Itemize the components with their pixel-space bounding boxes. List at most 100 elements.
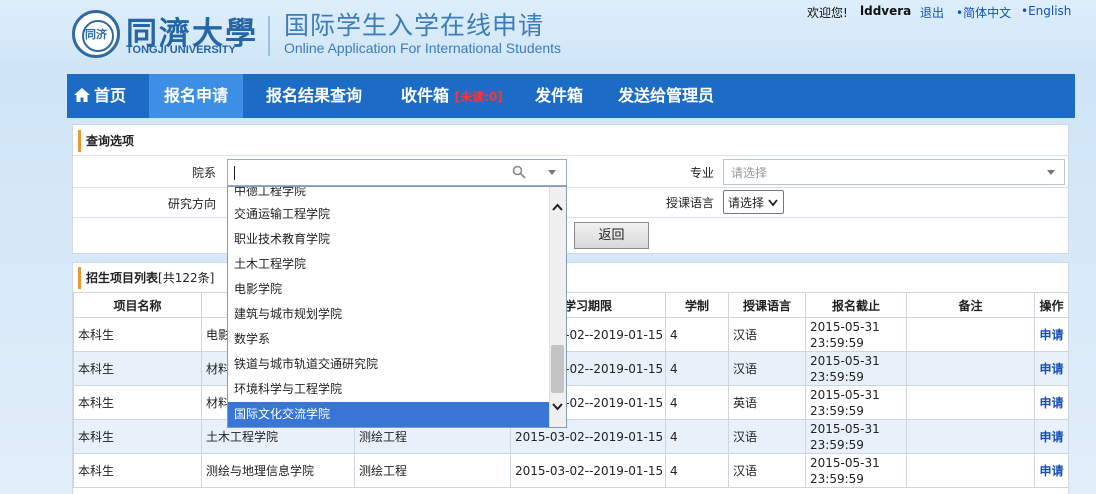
apply-link[interactable]: 申请 <box>1034 351 1069 386</box>
query-panel <box>72 124 1069 254</box>
cell-program: 本科生 <box>73 351 202 386</box>
cell-program: 本科生 <box>73 453 202 488</box>
cell-language: 英语 <box>728 385 806 420</box>
faculty-label: 院系 <box>191 166 216 180</box>
dropdown-option-selected[interactable]: 国际文化交流学院 <box>228 402 549 427</box>
chevron-down-icon[interactable] <box>546 166 558 178</box>
nav-apply[interactable]: 报名申请 <box>149 74 243 118</box>
cell-deadline: 2015-05-31 23:59:59 <box>805 351 907 386</box>
unread-badge: [未读:0] <box>454 90 503 104</box>
cell-note <box>906 453 1035 488</box>
dropdown-option[interactable]: 建筑与城市规划学院 <box>228 302 549 327</box>
cell-duration: 4 <box>665 317 729 352</box>
cell-language: 汉语 <box>728 453 806 488</box>
table-row: 本科生 土木工程学院 测绘工程 2015-03-02--2019-01-15 4… <box>73 419 1069 454</box>
cell-note <box>906 317 1035 352</box>
cell-program: 本科生 <box>73 317 202 352</box>
query-section-title: 查询选项 <box>78 130 134 152</box>
program-table: 项目名称 院系 专业 学习期限 学制 授课语言 报名截止 备注 操作 本科生 电… <box>73 292 1069 488</box>
list-count: [共122条] <box>158 271 215 285</box>
faculty-dropdown: 中德工程学院 交通运输工程学院 职业技术教育学院 土木工程学院 电影学院 建筑与… <box>227 186 567 428</box>
apply-link[interactable]: 申请 <box>1034 385 1069 420</box>
scrollbar-thumb[interactable] <box>551 345 564 393</box>
cell-faculty: 测绘与地理信息学院 <box>201 453 355 488</box>
cell-deadline: 2015-05-31 23:59:59 <box>805 385 907 420</box>
nav-inbox[interactable]: 收件箱 [未读:0] <box>401 74 503 118</box>
header-divider <box>268 16 270 56</box>
dropdown-option[interactable]: 电影学院 <box>228 277 549 302</box>
cell-language: 汉语 <box>728 419 806 454</box>
major-label: 专业 <box>689 166 714 180</box>
back-button[interactable]: 返回 <box>574 222 649 249</box>
dropdown-option[interactable]: 数学系 <box>228 327 549 352</box>
main-nav: 首页 报名申请 报名结果查询 收件箱 [未读:0] 发件箱 发送给管理员 <box>67 74 1075 118</box>
cell-deadline: 2015-05-31 23:59:59 <box>805 419 907 454</box>
table-row: 本科生 材料科学与工程学院 2015-03-02--2019-01-15 4 汉… <box>73 351 1069 386</box>
teaching-language-label: 授课语言 <box>665 196 714 210</box>
major-placeholder: 请选择 <box>731 166 768 180</box>
apply-link[interactable]: 申请 <box>1034 419 1069 454</box>
nav-home-label: 首页 <box>94 86 127 105</box>
cell-note <box>906 419 1035 454</box>
table-row: 本科生 电影学院 2015-03-02--2019-01-15 4 汉语 201… <box>73 317 1069 352</box>
apply-link[interactable]: 申请 <box>1034 317 1069 352</box>
dropdown-option[interactable]: 职业技术教育学院 <box>228 227 549 252</box>
nav-home[interactable]: 首页 <box>73 74 126 118</box>
cell-note <box>906 351 1035 386</box>
column-header: 项目名称 <box>73 292 202 318</box>
scroll-up-icon[interactable] <box>549 198 566 218</box>
site-subtitle: Online Application For International Stu… <box>284 40 562 56</box>
column-header: 学制 <box>665 292 729 318</box>
cell-duration: 4 <box>665 453 729 488</box>
row-divider <box>73 155 1068 156</box>
table-row: 本科生 材料科学与工程学院 2015-03-02--2019-01-15 4 英… <box>73 385 1069 420</box>
nav-send-admin[interactable]: 发送给管理员 <box>618 74 714 118</box>
text-caret <box>234 166 235 180</box>
nav-result-query[interactable]: 报名结果查询 <box>266 74 362 118</box>
nav-inbox-label: 收件箱 <box>401 86 450 105</box>
dropdown-option[interactable]: 交通运输工程学院 <box>228 202 549 227</box>
cell-program: 本科生 <box>73 419 202 454</box>
language-english-link[interactable]: •English <box>1021 4 1071 18</box>
username: lddvera <box>860 4 912 18</box>
welcome-text: 欢迎您! <box>807 6 848 20</box>
column-header: 授课语言 <box>728 292 806 318</box>
major-select[interactable] <box>723 159 1065 185</box>
cell-note <box>906 385 1035 420</box>
cell-period: 2015-03-02--2019-01-15 <box>510 453 666 488</box>
table-header-row: 项目名称 院系 专业 学习期限 学制 授课语言 报名截止 备注 操作 <box>73 292 1069 318</box>
site-title: 国际学生入学在线申请 <box>284 11 545 40</box>
cell-duration: 4 <box>665 385 729 420</box>
column-header: 操作 <box>1034 292 1069 318</box>
cell-language: 汉语 <box>728 351 806 386</box>
cell-program: 本科生 <box>73 385 202 420</box>
teaching-language-value: 请选择 <box>728 196 765 210</box>
research-direction-label: 研究方向 <box>167 197 216 211</box>
dropdown-option[interactable]: 土木工程学院 <box>228 252 549 277</box>
home-icon <box>74 88 90 102</box>
cell-deadline: 2015-05-31 23:59:59 <box>805 317 907 352</box>
chevron-down-icon <box>1047 170 1055 175</box>
university-name-en: TONGJI UNIVERSITY <box>126 44 236 56</box>
column-header: 报名截止 <box>805 292 907 318</box>
cell-language: 汉语 <box>728 317 806 352</box>
cell-duration: 4 <box>665 419 729 454</box>
cell-deadline: 2015-05-31 23:59:59 <box>805 453 907 488</box>
dropdown-option[interactable]: 铁道与城市轨道交通研究院 <box>228 352 549 377</box>
logo-text: 同济 <box>85 28 107 41</box>
cell-major: 测绘工程 <box>354 453 511 488</box>
cell-duration: 4 <box>665 351 729 386</box>
nav-outbox[interactable]: 发件箱 <box>535 74 583 118</box>
program-list-title: 招生项目列表[共122条] <box>78 267 214 289</box>
search-icon <box>512 165 526 179</box>
logout-link[interactable]: 退出 <box>920 4 944 21</box>
row-divider <box>73 217 1068 218</box>
row-divider <box>73 187 1068 188</box>
list-title-text: 招生项目列表 <box>86 271 159 285</box>
column-header: 备注 <box>906 292 1035 318</box>
apply-link[interactable]: 申请 <box>1034 453 1069 488</box>
dropdown-option[interactable]: 环境科学与工程学院 <box>228 377 549 402</box>
university-logo: 同济 <box>72 10 120 58</box>
language-chinese-link[interactable]: •简体中文 <box>956 4 1011 21</box>
scroll-down-icon[interactable] <box>549 396 566 416</box>
